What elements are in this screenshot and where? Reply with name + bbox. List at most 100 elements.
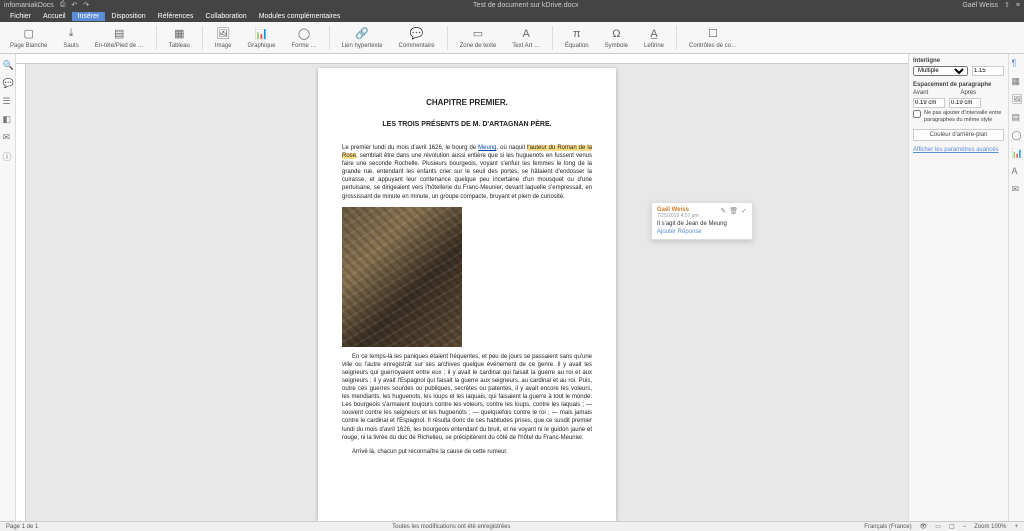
document-canvas: CHAPITRE PREMIER. LES TROIS PRÉSENTS DE … — [16, 54, 908, 521]
fit-page-icon[interactable]: ▢ — [949, 523, 955, 530]
menu-collaboration[interactable]: Collaboration — [199, 12, 252, 21]
separator — [156, 26, 157, 50]
spacing-after-input[interactable] — [949, 98, 981, 108]
edit-icon[interactable]: ✎ — [720, 207, 726, 215]
table-button[interactable]: ▦Tableau — [163, 26, 196, 50]
header-footer-button[interactable]: ▤En-tête/Pied de … — [89, 26, 150, 50]
line-spacing-label: Interligne — [913, 58, 1004, 64]
image-button[interactable]: 🖼Image — [209, 26, 238, 50]
shape-button[interactable]: ◯Forme … — [286, 26, 323, 50]
track-changes-icon[interactable]: 👁 — [920, 523, 928, 530]
title-bar: infomaniakDocs ⎙ ↶ ↷ Test de document su… — [0, 0, 1024, 10]
comment-date: 7/25/2019 4:57 pm — [657, 213, 699, 219]
separator — [447, 26, 448, 50]
controls-icon: ☐ — [706, 27, 720, 41]
textbox-button[interactable]: ▭Zone de texte — [454, 26, 503, 50]
link-meung[interactable]: Meung — [478, 145, 496, 151]
menu-icon[interactable]: ≡ — [1016, 2, 1020, 9]
separator — [676, 26, 677, 50]
fit-width-icon[interactable]: ▭ — [935, 523, 941, 530]
symbol-button[interactable]: ΩSymbole — [599, 26, 634, 50]
textart-button[interactable]: AText Art … — [506, 26, 546, 50]
textbox-icon: ▭ — [471, 27, 485, 41]
menu-inserer[interactable]: Insérer — [72, 12, 106, 21]
user-name: Gaël Weiss — [962, 2, 998, 9]
comment-popup[interactable]: Gaël Weiss 7/25/2019 4:57 pm ✎ 🗑 ✓ Il s'… — [651, 202, 753, 240]
left-toolbar: 🔍 💬 ☰ ◧ ✉ ⓘ — [0, 54, 16, 521]
chart-button[interactable]: 📊Graphique — [241, 26, 281, 50]
delete-icon[interactable]: 🗑 — [729, 207, 738, 215]
chapter-subtitle: LES TROIS PRÉSENTS DE M. D'ARTAGNAN PÈRE… — [342, 121, 592, 128]
image-tab-icon[interactable]: 🖼 — [1012, 94, 1022, 104]
right-toolbar: ¶ ▦ 🖼 ▤ ◯ 📊 A ✉ — [1008, 54, 1024, 521]
equation-icon: π — [570, 27, 584, 41]
spacing-before-input[interactable] — [913, 98, 945, 108]
breaks-button[interactable]: ⤓Sauts — [57, 26, 84, 50]
background-color-button[interactable]: Couleur d'arrière-plan — [913, 129, 1004, 141]
zoom-in-icon[interactable]: + — [1014, 524, 1018, 530]
break-icon: ⤓ — [64, 27, 78, 41]
status-bar: Page 1 de 1 Toutes les modifications ont… — [0, 521, 1024, 531]
horizontal-ruler[interactable] — [16, 54, 908, 64]
zoom-level[interactable]: Zoom 100% — [974, 524, 1006, 530]
mailmerge-tab-icon[interactable]: ✉ — [1012, 184, 1022, 194]
comment-text: Il s'agit de Jean de Meung — [657, 221, 747, 227]
chart-panel-icon[interactable]: ◧ — [3, 114, 13, 124]
menu-fichier[interactable]: Fichier — [4, 12, 37, 21]
save-status: Toutes les modifications ont été enregis… — [38, 524, 864, 530]
paragraph-tab-icon[interactable]: ¶ — [1012, 58, 1022, 68]
comment-button[interactable]: 💬Commentaire — [393, 26, 441, 50]
page-indicator[interactable]: Page 1 de 1 — [6, 524, 38, 530]
about-icon[interactable]: ⓘ — [3, 150, 13, 160]
header-tab-icon[interactable]: ▤ — [1012, 112, 1022, 122]
menu-modules[interactable]: Modules complémentaires — [253, 12, 347, 21]
paragraph-3: Arrivé là, chacun put reconnaître la cau… — [342, 448, 592, 456]
paragraph-2: En ce temps-là les paniques étaient fréq… — [342, 353, 592, 442]
chart-tab-icon[interactable]: 📊 — [1012, 148, 1022, 158]
hyperlink-button[interactable]: 🔗Lien hypertexte — [336, 26, 389, 50]
shape-tab-icon[interactable]: ◯ — [1012, 130, 1022, 140]
share-icon[interactable]: ⇪ — [1004, 1, 1010, 9]
dropcap-button[interactable]: A̲Lettrine — [638, 26, 670, 50]
no-spacing-checkbox[interactable]: Ne pas ajouter d'intervalle entre paragr… — [913, 110, 1004, 123]
chart-icon: 📊 — [254, 27, 268, 41]
separator — [552, 26, 553, 50]
headings-icon[interactable]: ☰ — [3, 96, 13, 106]
resolve-icon[interactable]: ✓ — [741, 207, 747, 215]
separator — [329, 26, 330, 50]
shape-icon: ◯ — [297, 27, 311, 41]
document-page[interactable]: CHAPITRE PREMIER. LES TROIS PRÉSENTS DE … — [318, 68, 616, 521]
chapter-heading: CHAPITRE PREMIER. — [342, 98, 592, 107]
separator — [202, 26, 203, 50]
blank-page-button[interactable]: ▢Page Blanche — [4, 26, 53, 50]
save-icon[interactable]: ⎙ — [60, 1, 66, 9]
menu-accueil[interactable]: Accueil — [37, 12, 72, 21]
search-icon[interactable]: 🔍 — [3, 60, 13, 70]
header-icon: ▤ — [112, 27, 126, 41]
add-reply-link[interactable]: Ajouter Réponse — [657, 229, 747, 235]
image-icon: 🖼 — [216, 27, 230, 41]
content-controls-button[interactable]: ☐Contrôles de co… — [683, 26, 743, 50]
advanced-settings-link[interactable]: Afficher les paramètres avancés — [913, 147, 1004, 153]
textart-icon: A — [519, 27, 533, 41]
paragraph-1: Le premier lundi du mois d'avril 1626, l… — [342, 144, 592, 201]
table-tab-icon[interactable]: ▦ — [1012, 76, 1022, 86]
insert-toolbar: ▢Page Blanche ⤓Sauts ▤En-tête/Pied de … … — [0, 22, 1024, 54]
vertical-ruler[interactable] — [16, 64, 26, 521]
textart-tab-icon[interactable]: A — [1012, 166, 1022, 176]
feedback-icon[interactable]: ✉ — [3, 132, 13, 142]
comments-icon[interactable]: 💬 — [3, 78, 13, 88]
dropcap-icon: A̲ — [647, 27, 661, 41]
language-indicator[interactable]: Français (France) — [864, 524, 911, 530]
comment-icon: 💬 — [410, 27, 424, 41]
illustration-image[interactable] — [342, 207, 462, 347]
menu-disposition[interactable]: Disposition — [105, 12, 151, 21]
menu-references[interactable]: Références — [152, 12, 200, 21]
undo-icon[interactable]: ↶ — [71, 1, 77, 9]
symbol-icon: Ω — [609, 27, 623, 41]
line-spacing-mode[interactable]: Multiple — [913, 66, 968, 76]
line-spacing-value[interactable] — [972, 66, 1004, 76]
menu-bar: Fichier Accueil Insérer Disposition Réfé… — [0, 10, 1024, 22]
equation-button[interactable]: πÉquation — [559, 26, 595, 50]
zoom-out-icon[interactable]: − — [963, 524, 967, 530]
